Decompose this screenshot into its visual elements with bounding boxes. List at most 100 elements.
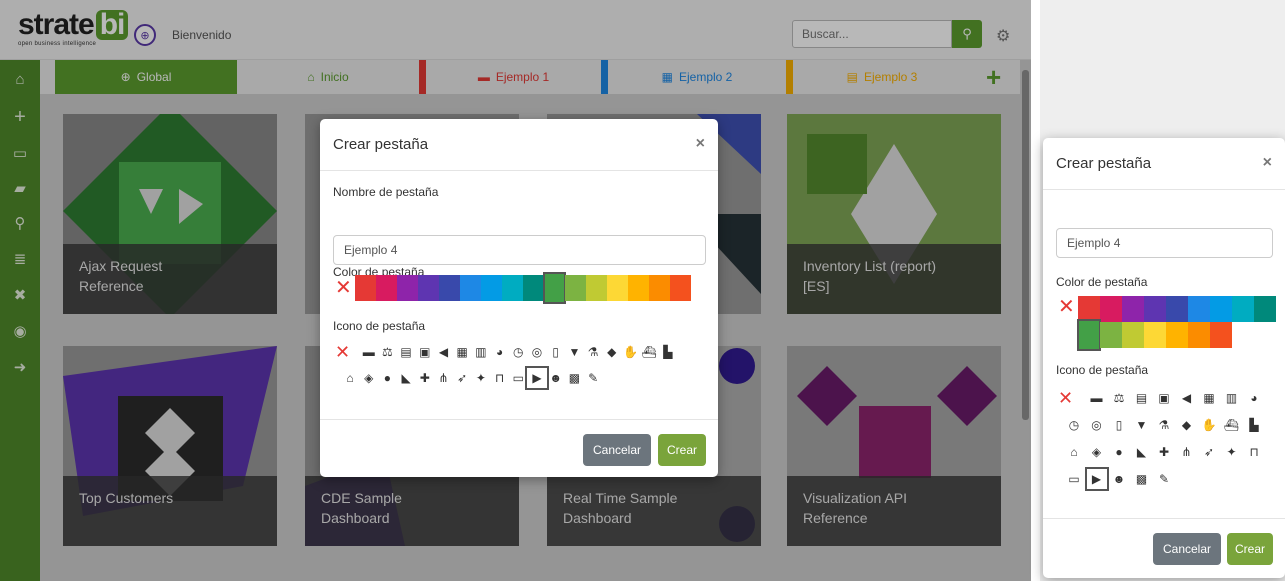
color-swatch[interactable]	[1254, 296, 1276, 322]
truck-icon[interactable]: ▶	[1084, 467, 1109, 491]
color-swatch[interactable]	[418, 275, 439, 301]
bank-icon[interactable]: ⌂	[1065, 443, 1083, 461]
balance-icon[interactable]: ⚖	[1110, 389, 1128, 407]
close-icon[interactable]: ×	[1263, 154, 1272, 172]
tab-name-input[interactable]: Ejemplo 4	[333, 235, 706, 265]
graduation-icon[interactable]: ◆	[1178, 416, 1196, 434]
flask-icon[interactable]: ⚗	[1155, 416, 1173, 434]
wrench-icon[interactable]: ✎	[1155, 470, 1173, 488]
color-swatch[interactable]	[376, 275, 397, 301]
color-swatch[interactable]	[439, 275, 460, 301]
map-icon[interactable]: ◣	[1133, 443, 1151, 461]
clear-icon-icon[interactable]: ✕	[335, 343, 350, 361]
tab-name-input[interactable]: Ejemplo 4	[1056, 228, 1273, 258]
clock-icon[interactable]: ◷	[1065, 416, 1083, 434]
medkit-icon[interactable]: ✚	[416, 369, 434, 387]
handshake-icon[interactable]: ✋	[622, 343, 640, 361]
pie-chart-icon[interactable]: ◕	[491, 343, 509, 361]
color-swatch[interactable]	[481, 275, 502, 301]
color-swatch[interactable]	[1188, 322, 1210, 348]
pie-chart-icon[interactable]: ◕	[1245, 389, 1263, 407]
briefcase-icon[interactable]: ▣	[1155, 389, 1173, 407]
color-swatch[interactable]	[607, 275, 628, 301]
layers-icon[interactable]: ◈	[1088, 443, 1106, 461]
briefcase-icon[interactable]: ▣	[416, 343, 434, 361]
color-swatch[interactable]	[1078, 296, 1100, 322]
color-swatch[interactable]	[502, 275, 523, 301]
color-swatch[interactable]	[543, 272, 566, 304]
archive-icon[interactable]: ▬	[360, 343, 378, 361]
layers-icon[interactable]: ◈	[360, 369, 378, 387]
bank-icon[interactable]: ⌂	[341, 369, 359, 387]
filter-icon[interactable]: ▼	[565, 343, 583, 361]
color-swatch[interactable]	[1077, 319, 1101, 351]
network-icon[interactable]: ⋔	[1178, 443, 1196, 461]
satellite-icon[interactable]: ✦	[472, 369, 490, 387]
color-swatch[interactable]	[1210, 296, 1232, 322]
store-icon[interactable]: ▭	[1065, 470, 1083, 488]
color-swatch[interactable]	[1232, 296, 1254, 322]
color-swatch[interactable]	[1166, 322, 1188, 348]
warehouse-icon[interactable]: ▩	[1133, 470, 1151, 488]
chart-icon[interactable]: ▥	[472, 343, 490, 361]
cancel-button[interactable]: Cancelar	[583, 434, 651, 466]
color-swatch[interactable]	[1210, 322, 1232, 348]
medkit-icon[interactable]: ✚	[1155, 443, 1173, 461]
color-swatch[interactable]	[523, 275, 544, 301]
file-icon[interactable]: ▯	[1110, 416, 1128, 434]
cart-icon[interactable]: ⊓	[491, 369, 509, 387]
rocket-icon[interactable]: ➶	[1200, 443, 1218, 461]
create-button[interactable]: Crear	[1227, 533, 1273, 565]
cancel-button[interactable]: Cancelar	[1153, 533, 1221, 565]
warehouse-icon[interactable]: ▩	[565, 369, 583, 387]
industry-icon[interactable]: ▙	[1245, 416, 1263, 434]
industry-icon[interactable]: ▙	[659, 343, 677, 361]
color-swatch[interactable]	[628, 275, 649, 301]
create-button[interactable]: Crear	[658, 434, 706, 466]
color-swatch[interactable]	[1144, 296, 1166, 322]
truck-icon[interactable]: ▶	[525, 366, 549, 390]
filter-icon[interactable]: ▼	[1133, 416, 1151, 434]
color-swatch[interactable]	[670, 275, 691, 301]
color-swatch[interactable]	[355, 275, 376, 301]
wrench-icon[interactable]: ✎	[584, 369, 602, 387]
clear-color-icon[interactable]: ✕	[335, 277, 352, 299]
color-swatch[interactable]	[649, 275, 670, 301]
chart-icon[interactable]: ▥	[1223, 389, 1241, 407]
book-icon[interactable]: ▤	[397, 343, 415, 361]
calendar-icon[interactable]: ▦	[1200, 389, 1218, 407]
file-icon[interactable]: ▯	[547, 343, 565, 361]
clear-icon-icon[interactable]: ✕	[1058, 389, 1073, 407]
rocket-icon[interactable]: ➶	[453, 369, 471, 387]
color-swatch[interactable]	[397, 275, 418, 301]
cart-icon[interactable]: ⊓	[1245, 443, 1263, 461]
bullhorn-icon[interactable]: ◀	[1178, 389, 1196, 407]
color-swatch[interactable]	[1166, 296, 1188, 322]
users-icon[interactable]: ☻	[547, 369, 565, 387]
color-swatch[interactable]	[1122, 322, 1144, 348]
bulb-icon[interactable]: ●	[1110, 443, 1128, 461]
coins-icon[interactable]: ◎	[528, 343, 546, 361]
ship-icon[interactable]: ⛴	[1223, 416, 1241, 434]
color-swatch[interactable]	[1100, 296, 1122, 322]
color-swatch[interactable]	[565, 275, 586, 301]
bulb-icon[interactable]: ●	[378, 369, 396, 387]
book-icon[interactable]: ▤	[1133, 389, 1151, 407]
color-swatch[interactable]	[1122, 296, 1144, 322]
graduation-icon[interactable]: ◆	[603, 343, 621, 361]
satellite-icon[interactable]: ✦	[1223, 443, 1241, 461]
network-icon[interactable]: ⋔	[435, 369, 453, 387]
color-swatch[interactable]	[1188, 296, 1210, 322]
clear-color-icon[interactable]: ✕	[1058, 296, 1075, 318]
archive-icon[interactable]: ▬	[1088, 389, 1106, 407]
users-icon[interactable]: ☻	[1110, 470, 1128, 488]
color-swatch[interactable]	[1144, 322, 1166, 348]
balance-icon[interactable]: ⚖	[378, 343, 396, 361]
map-icon[interactable]: ◣	[397, 369, 415, 387]
color-swatch[interactable]	[460, 275, 481, 301]
calendar-icon[interactable]: ▦	[453, 343, 471, 361]
ship-icon[interactable]: ⛴	[640, 343, 658, 361]
bullhorn-icon[interactable]: ◀	[435, 343, 453, 361]
flask-icon[interactable]: ⚗	[584, 343, 602, 361]
clock-icon[interactable]: ◷	[509, 343, 527, 361]
